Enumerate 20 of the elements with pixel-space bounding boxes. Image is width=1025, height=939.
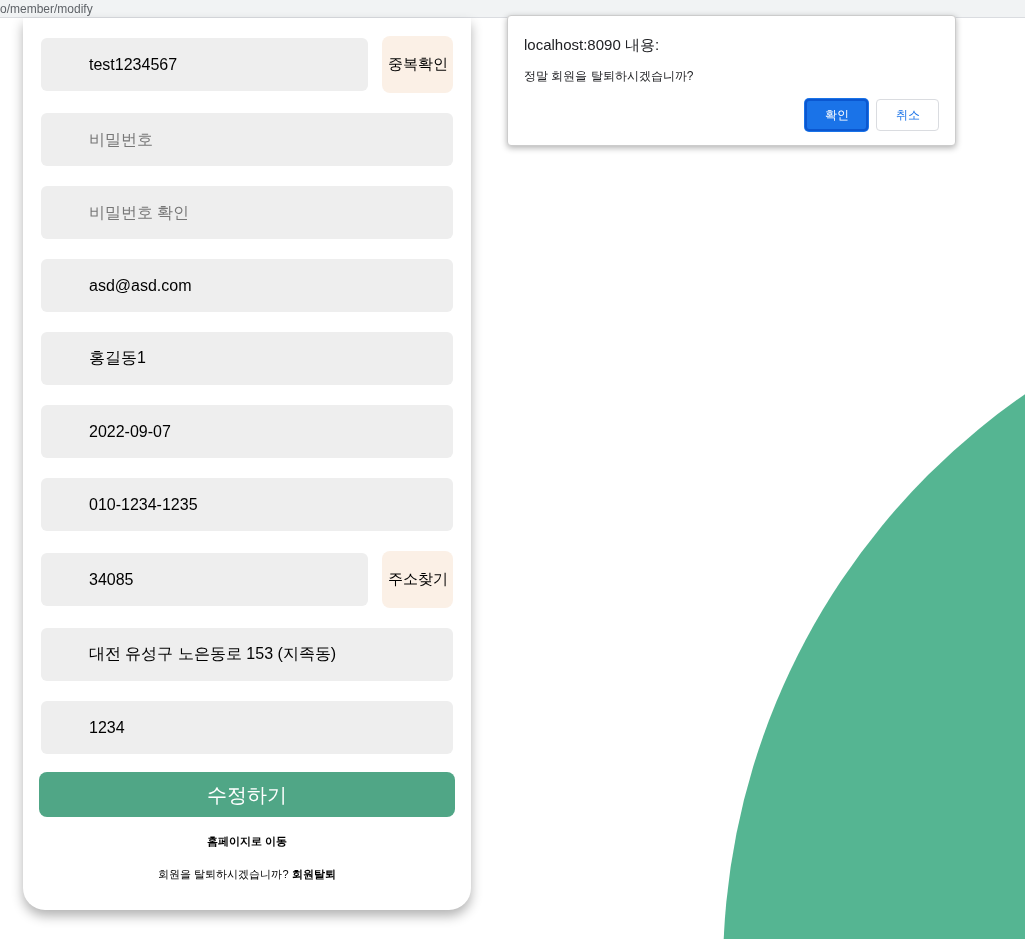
dialog-title: localhost:8090 내용: xyxy=(524,35,661,55)
input-field[interactable]: asd@asd.com xyxy=(41,259,453,312)
home-link[interactable]: 홈페이지로 이동 xyxy=(206,833,288,850)
input-field[interactable]: 34085 xyxy=(41,553,369,606)
dialog-button[interactable]: 확인 xyxy=(805,98,868,131)
input-field[interactable]: 비밀번호 확인 xyxy=(41,186,453,239)
input-field[interactable]: 1234 xyxy=(41,701,453,754)
address-url: o/member/modify xyxy=(0,2,93,15)
input-field[interactable]: 2022-09-07 xyxy=(41,405,453,458)
dialog-message: 정말 회원을 탈퇴하시겠습니까? xyxy=(524,67,695,85)
action-button[interactable]: 주소찾기 xyxy=(382,551,453,608)
input-field[interactable]: 010-1234-1235 xyxy=(41,478,453,531)
input-field[interactable]: 대전 유성구 노은동로 153 (지족동) xyxy=(41,628,453,681)
input-field[interactable]: test1234567 xyxy=(41,38,369,91)
input-field[interactable]: 비밀번호 xyxy=(41,113,453,166)
dialog-button[interactable]: 취소 xyxy=(876,98,939,131)
action-button[interactable]: 중복확인 xyxy=(382,36,453,93)
withdraw-question: 회원을 탈퇴하시겠습니까? xyxy=(158,866,289,882)
input-field[interactable]: 홍길동1 xyxy=(41,332,453,385)
withdraw-link[interactable]: 회원탈퇴 xyxy=(291,865,336,882)
